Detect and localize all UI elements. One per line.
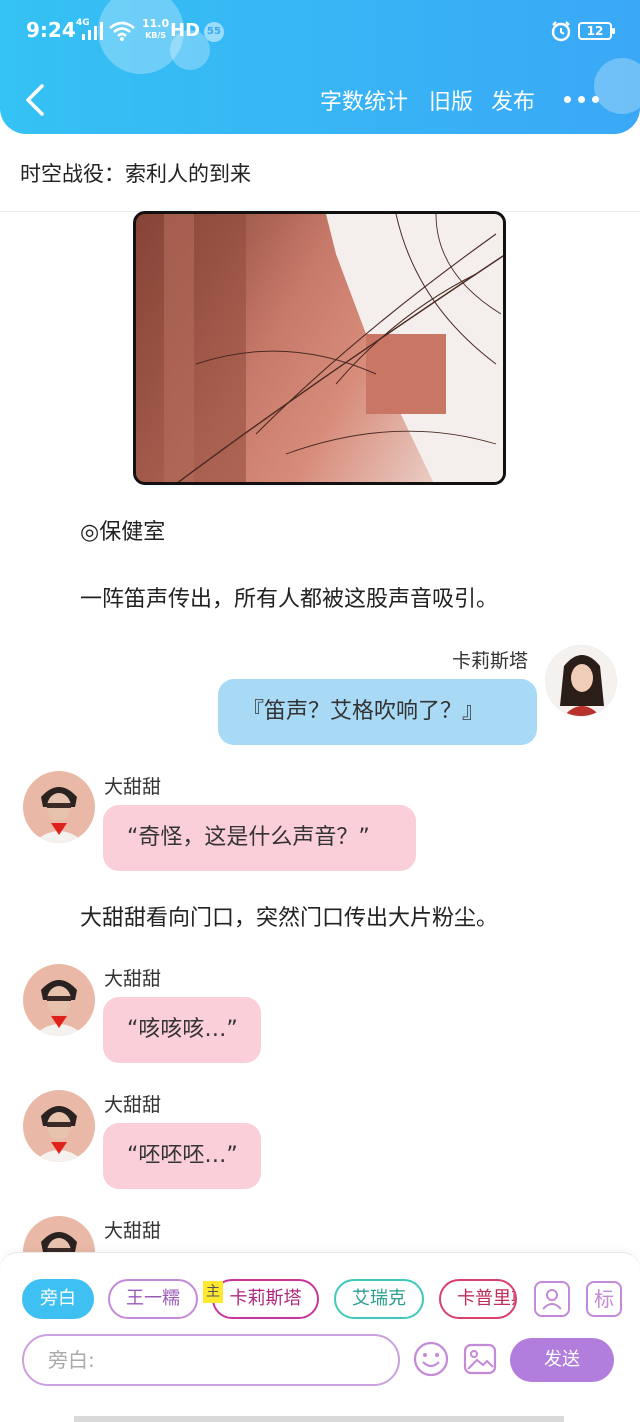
- publish-button[interactable]: 发布: [491, 84, 535, 116]
- speed-value: 11.0: [142, 17, 170, 30]
- avatar-portrait-icon: [546, 646, 616, 716]
- status-time: 9:24: [26, 18, 76, 42]
- status-bar: 9:24 4G 11.0 KB/S HD 55 12: [0, 0, 640, 64]
- wifi-icon: [109, 21, 135, 41]
- speaker-name: 大甜甜: [104, 776, 162, 798]
- narration-text: 大甜甜看向门口，突然门口传出大片粉尘。: [80, 906, 499, 931]
- avatar-portrait-icon: [23, 771, 95, 843]
- speaker-name: 卡莉斯塔: [452, 650, 529, 672]
- more-dot-icon: [592, 96, 599, 103]
- avatar[interactable]: [23, 1090, 95, 1162]
- chevron-left-icon: [26, 84, 44, 116]
- story-title: 时空战役：索利人的到来: [20, 162, 251, 186]
- emoji-icon[interactable]: [412, 1340, 450, 1378]
- role-tab[interactable]: 王一糯: [108, 1279, 198, 1319]
- role-tab[interactable]: 艾瑞克: [334, 1279, 424, 1319]
- character-manage-button[interactable]: [534, 1281, 570, 1317]
- message-input[interactable]: 旁白:: [22, 1334, 400, 1386]
- role-tab-narrator[interactable]: 旁白: [22, 1279, 94, 1319]
- word-count-button[interactable]: 字数统计: [320, 84, 408, 116]
- message-text: “奇怪，这是什么声音？”: [127, 825, 370, 850]
- role-tab[interactable]: 卡普里斯: [439, 1279, 517, 1319]
- hd-indicator: HD: [170, 20, 201, 41]
- message-text: 『笛声？艾格吹响了？』: [242, 699, 485, 724]
- message-bubble[interactable]: “呸呸呸…”: [103, 1123, 261, 1189]
- app-header: 9:24 4G 11.0 KB/S HD 55 12 字数统计 旧版 发布: [0, 0, 640, 134]
- avatar[interactable]: [23, 771, 95, 843]
- back-button[interactable]: [18, 80, 54, 120]
- avatar-portrait-icon: [23, 1090, 95, 1162]
- speaker-name: 大甜甜: [104, 968, 162, 990]
- location-label: ◎保健室: [80, 520, 166, 545]
- send-label: 发送: [544, 1349, 580, 1370]
- role-label: 卡普里斯: [457, 1288, 515, 1309]
- user-icon: [542, 1289, 562, 1310]
- more-menu-button[interactable]: [560, 86, 604, 114]
- role-tab[interactable]: 卡莉斯塔: [212, 1279, 319, 1319]
- tag-label: 标: [594, 1287, 614, 1311]
- home-indicator: [74, 1416, 564, 1422]
- input-placeholder: 旁白:: [48, 1348, 95, 1372]
- send-button[interactable]: 发送: [510, 1338, 614, 1382]
- host-badge: 主: [203, 1281, 223, 1303]
- tag-button[interactable]: 标: [586, 1281, 622, 1317]
- speaker-name: 大甜甜: [104, 1094, 162, 1116]
- speaker-name: 大甜甜: [104, 1220, 162, 1242]
- more-dot-icon: [564, 96, 571, 103]
- more-dot-icon: [578, 96, 585, 103]
- role-label: 卡莉斯塔: [229, 1288, 302, 1309]
- message-bubble[interactable]: “奇怪，这是什么声音？”: [103, 805, 416, 871]
- branches-illustration: [136, 214, 503, 482]
- alarm-icon: [551, 21, 571, 42]
- notification-badge: 55: [204, 22, 224, 42]
- message-bubble[interactable]: “咳咳咳…”: [103, 997, 261, 1063]
- network-speed: 11.0 KB/S: [142, 18, 169, 41]
- speed-unit: KB/S: [145, 31, 167, 40]
- network-type: 4G: [76, 18, 90, 28]
- narration-text: 一阵笛声传出，所有人都被这股声音吸引。: [80, 587, 499, 612]
- avatar-portrait-icon: [23, 964, 95, 1036]
- avatar[interactable]: [545, 645, 617, 717]
- image-icon[interactable]: [462, 1341, 498, 1377]
- message-text: “咳咳咳…”: [127, 1017, 238, 1042]
- role-label: 艾瑞克: [352, 1288, 406, 1309]
- message-bubble[interactable]: 『笛声？艾格吹响了？』: [218, 679, 537, 745]
- role-label: 王一糯: [126, 1288, 180, 1309]
- role-label: 旁白: [40, 1288, 76, 1309]
- battery-level: 12: [586, 24, 604, 38]
- battery-indicator: 12: [578, 22, 615, 40]
- old-version-button[interactable]: 旧版: [429, 84, 473, 116]
- story-image[interactable]: [133, 211, 506, 485]
- message-text: “呸呸呸…”: [127, 1143, 238, 1168]
- avatar[interactable]: [23, 964, 95, 1036]
